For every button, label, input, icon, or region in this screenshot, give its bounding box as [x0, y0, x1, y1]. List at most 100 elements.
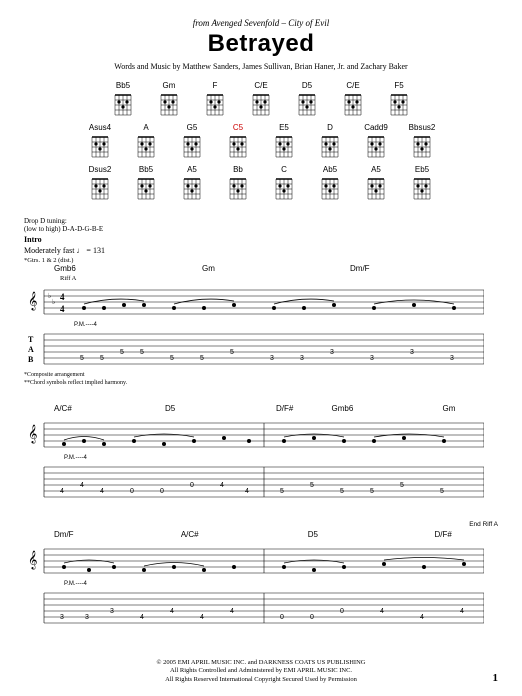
- tuning-detail: (low to high) D-A-D-G-B-E: [24, 225, 103, 233]
- chord-box: Bbsus2: [402, 123, 442, 161]
- staff-block: 𝄞 P.M.----4 333 444 4 000: [24, 541, 498, 629]
- footer-line-2: All Rights Controlled and Administered b…: [24, 667, 498, 675]
- chord-symbol: Gmb6: [54, 264, 128, 273]
- svg-text:3: 3: [110, 608, 114, 615]
- chord-box: C: [264, 165, 304, 203]
- source-line: from Avenged Sevenfold – City of Evil: [24, 18, 498, 28]
- chord-box: Bb5: [126, 165, 166, 203]
- chord-labels: Dm/FA/C#D5D/F#: [24, 530, 498, 539]
- chord-labels: A/C#D5D/F#Gmb6Gm: [24, 404, 498, 413]
- chord-diagram-icon: [295, 91, 319, 119]
- chord-symbol: [371, 530, 434, 539]
- chord-diagram-icon: [134, 133, 158, 161]
- svg-text:0: 0: [310, 614, 314, 621]
- chord-symbol: [424, 264, 498, 273]
- header: from Avenged Sevenfold – City of Evil Be…: [24, 18, 498, 71]
- chord-diagram-icon: [318, 175, 342, 203]
- chord-name: G5: [187, 123, 198, 132]
- gtr-label: *Gtrs. 1 & 2 (dist.): [24, 257, 498, 264]
- chord-box: C5: [218, 123, 258, 161]
- svg-text:4: 4: [100, 488, 104, 495]
- svg-text:3: 3: [270, 355, 274, 362]
- music-system-1: *Gtrs. 1 & 2 (dist.) Gmb6GmDm/F Riff A 𝄞…: [24, 257, 498, 386]
- chord-name: Bb5: [116, 81, 130, 90]
- tab-staff: 333 444 4 000 444: [24, 589, 484, 627]
- chord-box: Gm: [149, 81, 189, 119]
- credits: Words and Music by Matthew Sanders, Jame…: [24, 62, 498, 71]
- chord-symbol: [128, 264, 202, 273]
- tab-staff: 444 000 44 555 555: [24, 463, 484, 501]
- svg-text:4: 4: [200, 614, 204, 621]
- chord-diagram-icon: [180, 133, 204, 161]
- svg-text:4: 4: [80, 482, 84, 489]
- svg-text:A: A: [28, 345, 34, 354]
- chord-box: E5: [264, 123, 304, 161]
- svg-text:0: 0: [280, 614, 284, 621]
- chord-box: A5: [356, 165, 396, 203]
- chord-diagram-icon: [88, 175, 112, 203]
- chord-row: Asus4 A G5: [51, 123, 471, 161]
- svg-text:5: 5: [200, 355, 204, 362]
- chord-name: Bb5: [139, 165, 153, 174]
- chord-diagram-icon: [249, 91, 273, 119]
- chord-name: F5: [394, 81, 403, 90]
- chord-name: D5: [302, 81, 312, 90]
- chord-name: C5: [233, 123, 243, 132]
- svg-text:3: 3: [450, 355, 454, 362]
- chord-diagram-icon: [364, 175, 388, 203]
- chord-diagram-icon: [318, 133, 342, 161]
- svg-text:5: 5: [80, 355, 84, 362]
- svg-text:0: 0: [190, 482, 194, 489]
- svg-text:𝄞: 𝄞: [28, 292, 37, 311]
- chord-symbol: D5: [165, 404, 221, 413]
- chord-box: G5: [172, 123, 212, 161]
- chord-diagram-icon: [364, 133, 388, 161]
- svg-text:5: 5: [170, 355, 174, 362]
- staff-block: 𝄞 ♭♭ 44 P.M.----4 T A B 5555: [24, 282, 498, 370]
- svg-text:5: 5: [310, 482, 314, 489]
- chord-name: C: [281, 165, 287, 174]
- chord-symbol: A/C#: [54, 404, 110, 413]
- footnote-1: *Composite arrangement: [24, 372, 498, 378]
- svg-text:4: 4: [230, 608, 234, 615]
- svg-text:4: 4: [460, 608, 464, 615]
- chord-name: Ab5: [323, 165, 337, 174]
- svg-text:3: 3: [85, 614, 89, 621]
- svg-text:4: 4: [140, 614, 144, 621]
- chord-box: C/E: [333, 81, 373, 119]
- chord-diagram-icon: [410, 133, 434, 161]
- chord-diagram-icon: [387, 91, 411, 119]
- chord-diagram-icon: [180, 175, 204, 203]
- chord-name: Cadd9: [364, 123, 388, 132]
- chord-diagram-icon: [88, 133, 112, 161]
- chord-diagram-icon: [226, 133, 250, 161]
- page-title: Betrayed: [24, 30, 498, 58]
- svg-text:0: 0: [160, 488, 164, 495]
- tempo-marking: Moderately fast ♩ = 131: [24, 246, 498, 255]
- svg-text:4: 4: [420, 614, 424, 621]
- svg-text:5: 5: [340, 488, 344, 495]
- chord-box: D: [310, 123, 350, 161]
- notation-staff: 𝄞: [24, 541, 484, 581]
- chord-box: F5: [379, 81, 419, 119]
- footer-line-3: All Rights Reserved International Copyri…: [24, 676, 498, 684]
- chord-name: A5: [371, 165, 381, 174]
- chord-symbol: Gmb6: [332, 404, 388, 413]
- svg-text:𝄞: 𝄞: [28, 425, 37, 444]
- chord-name: F: [213, 81, 218, 90]
- footer-line-1: © 2005 EMI APRIL MUSIC INC. and DARKNESS…: [24, 659, 498, 667]
- source-prefix: from Avenged Sevenfold –: [193, 18, 288, 28]
- chord-box: Asus4: [80, 123, 120, 161]
- chord-diagram-icon: [134, 175, 158, 203]
- source-album: City of Evil: [288, 18, 329, 28]
- chord-name: A: [143, 123, 148, 132]
- svg-text:4: 4: [60, 292, 65, 302]
- chord-name: C/E: [254, 81, 267, 90]
- chord-symbol: D5: [308, 530, 371, 539]
- chord-box: Dsus2: [80, 165, 120, 203]
- riff-label: Riff A: [24, 275, 498, 282]
- svg-text:3: 3: [370, 355, 374, 362]
- chord-symbol: Gm: [443, 404, 499, 413]
- chord-labels: Gmb6GmDm/F: [24, 264, 498, 273]
- chord-diagram-icon: [272, 133, 296, 161]
